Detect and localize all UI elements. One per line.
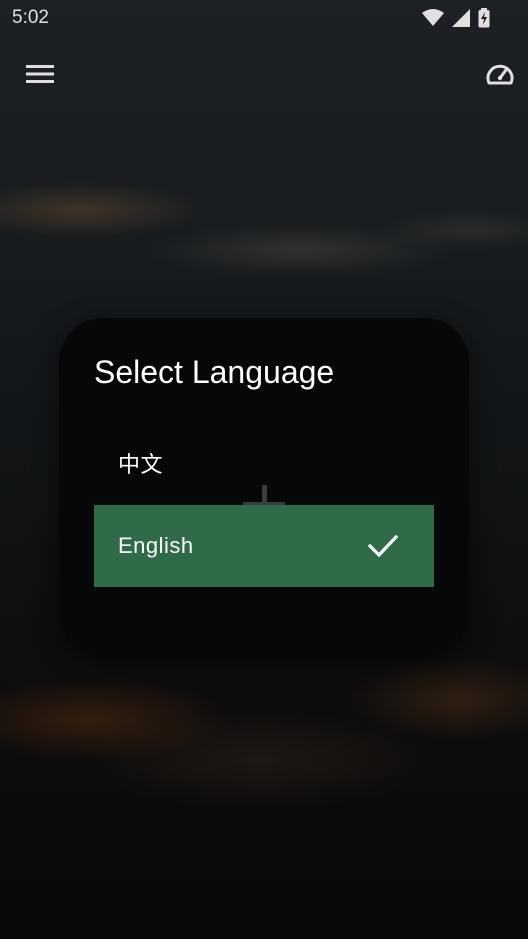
screen: 5:02 Select Language 中文 English <box>0 0 528 939</box>
checkmark-icon <box>367 532 399 560</box>
language-option-label: English <box>118 533 194 558</box>
language-option-english[interactable]: English <box>94 505 434 587</box>
language-dialog: Select Language 中文 English <box>59 318 469 657</box>
touch-indicator <box>243 485 285 505</box>
language-option-label: 中文 <box>118 452 164 477</box>
dialog-title: Select Language <box>94 354 335 390</box>
